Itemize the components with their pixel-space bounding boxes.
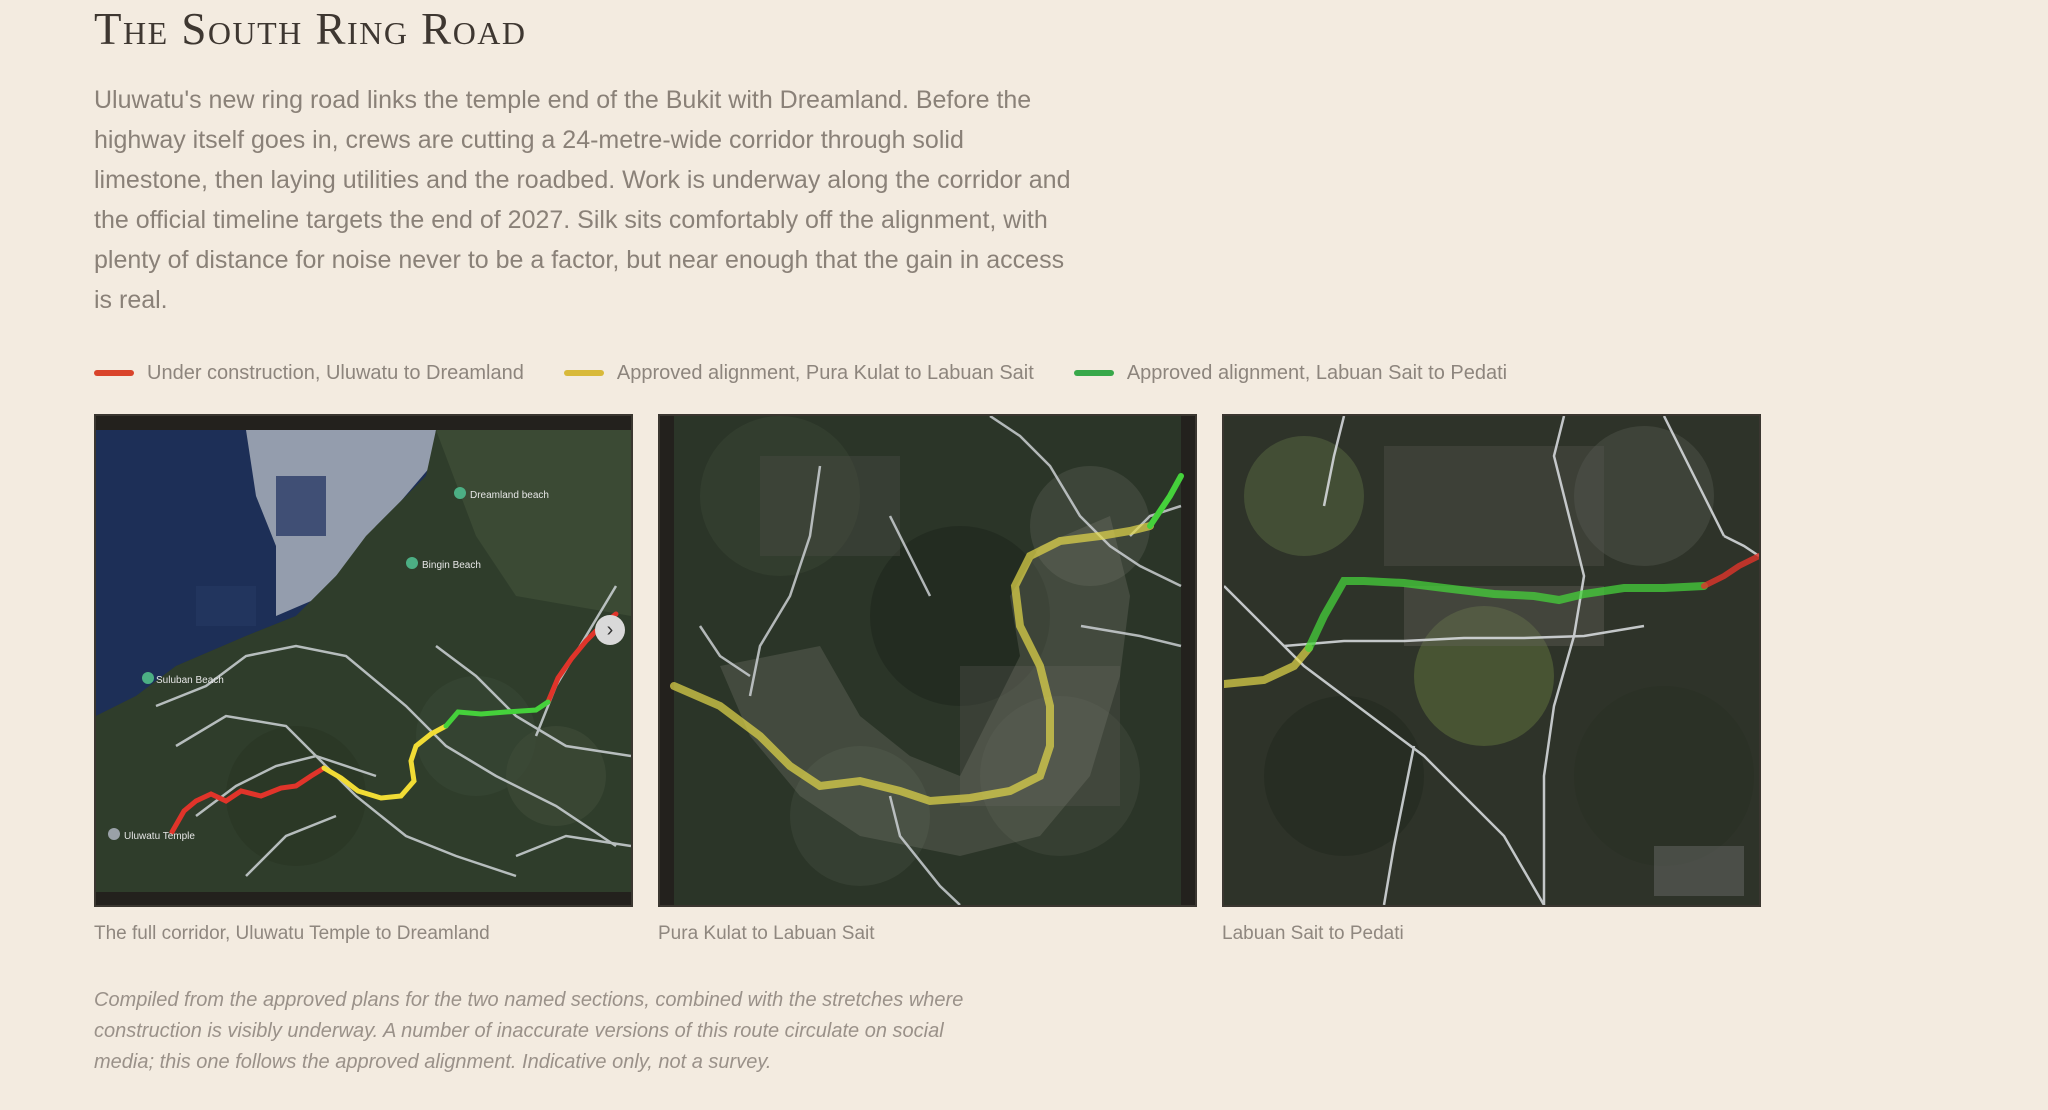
- map-full-corridor[interactable]: Dreamland beach Bingin Beach Suluban Beach…: [94, 414, 633, 907]
- intro-paragraph: Uluwatu's new ring road links the temple…: [94, 86, 1071, 314]
- map-pura-kulat[interactable]: [658, 414, 1197, 907]
- map-legend: Under construction, Uluwatu to Dreamland…: [94, 358, 1794, 388]
- legend-item-labuan-sait: Approved alignment, Labuan Sait to Pedat…: [1073, 361, 1508, 385]
- map-caption: The full corridor, Uluwatu Temple to Dre…: [94, 923, 490, 944]
- legend-swatch-red: [94, 370, 134, 376]
- map-disclaimer-note: Compiled from the approved plans for the…: [94, 989, 964, 1073]
- legend-item-pura-kulat: Approved alignment, Pura Kulat to Labuan…: [563, 361, 1034, 385]
- ring-road-section: The South Ring Road Uluwatu's new ring r…: [94, 0, 1794, 1078]
- legend-label: Approved alignment, Labuan Sait to Pedat…: [1126, 361, 1508, 384]
- map-caption: Labuan Sait to Pedati: [1222, 923, 1404, 944]
- legend-swatch-green: [1073, 370, 1114, 376]
- page-title: The South Ring Road: [94, 4, 527, 54]
- satellite-map-full: Dreamland beach Bingin Beach Suluban Beach…: [96, 416, 631, 892]
- next-map-button[interactable]: ›: [595, 615, 625, 645]
- map-card-full-corridor: Dreamland beach Bingin Beach Suluban Beach…: [94, 414, 633, 945]
- map-caption: Pura Kulat to Labuan Sait: [658, 923, 875, 944]
- legend-item-under-construction: Under construction, Uluwatu to Dreamland: [94, 362, 524, 385]
- map-gallery: Dreamland beach Bingin Beach Suluban Beach…: [94, 414, 1794, 945]
- chevron-right-icon: ›: [606, 619, 614, 641]
- place-label: Suluban Beach: [156, 675, 224, 686]
- satellite-map-pura-kulat: [660, 416, 1195, 905]
- satellite-map-labuan-sait: [1224, 416, 1759, 905]
- map-labuan-sait[interactable]: [1222, 414, 1761, 907]
- map-card-labuan-sait: Labuan Sait to Pedati: [1222, 414, 1761, 945]
- legend-label: Under construction, Uluwatu to Dreamland: [147, 361, 524, 384]
- legend-swatch-yellow: [563, 370, 604, 376]
- legend-label: Approved alignment, Pura Kulat to Labuan…: [616, 361, 1034, 384]
- place-label: Uluwatu Temple: [124, 831, 195, 842]
- map-card-pura-kulat: Pura Kulat to Labuan Sait: [658, 414, 1197, 945]
- place-label: Dreamland beach: [470, 490, 549, 501]
- place-label: Bingin Beach: [422, 560, 481, 571]
